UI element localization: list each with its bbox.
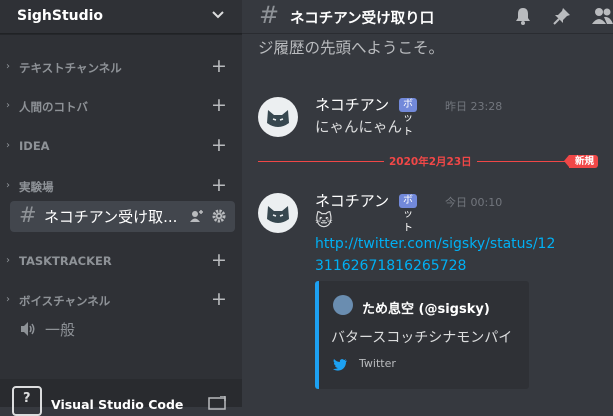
collapse-arrow-icon: › <box>6 61 10 72</box>
pin-icon[interactable] <box>553 7 571 25</box>
message-author[interactable]: ネコチアン <box>315 94 389 115</box>
voice-channel-name: 一般 <box>45 321 76 339</box>
app-icon-glyph: ? <box>23 391 31 406</box>
add-channel-icon[interactable]: + <box>211 290 227 309</box>
category-human-words[interactable]: › 人間のコトバ + <box>6 96 236 115</box>
server-header[interactable]: SighStudio <box>0 0 242 34</box>
member-list-icon[interactable] <box>592 7 613 25</box>
category-label: ボイスチャンネル <box>19 294 111 308</box>
speaker-icon <box>21 322 35 336</box>
text-channel-icon: # <box>19 203 37 227</box>
chevron-down-icon <box>212 11 224 19</box>
activity-bar: ? Visual Studio Code <box>0 379 242 416</box>
message-link[interactable]: http://twitter.com/sigsky/status/1231162… <box>315 233 560 277</box>
channel-name: ネコチアン受け取... <box>44 208 178 226</box>
bot-avatar[interactable] <box>258 97 298 137</box>
message-timestamp: 昨日 23:28 <box>445 100 503 113</box>
invite-user-icon[interactable] <box>190 209 204 223</box>
category-tasktracker[interactable]: › TASKTRACKER + <box>6 251 236 270</box>
cat-emoji: 🐱 <box>315 211 333 231</box>
app-icon: ? <box>12 386 42 416</box>
welcome-message: ジ履歴の先頭へようこそ。 <box>258 39 445 57</box>
collapse-arrow-icon: › <box>6 294 10 305</box>
add-channel-icon[interactable]: + <box>211 251 227 270</box>
text-channel-icon: # <box>259 1 280 29</box>
category-label: IDEA <box>19 139 50 153</box>
bot-avatar[interactable] <box>258 193 298 233</box>
message-content: にゃんにゃん <box>315 120 402 136</box>
add-channel-icon[interactable]: + <box>211 176 227 195</box>
server-name: SighStudio <box>17 8 104 24</box>
category-idea[interactable]: › IDEA + <box>6 136 236 155</box>
bot-badge: ボット <box>399 194 417 234</box>
twitter-bird-icon <box>333 359 347 371</box>
collapse-arrow-icon: › <box>6 255 10 266</box>
collapse-arrow-icon: › <box>6 140 10 151</box>
divider-date: 2020年2月23日 <box>384 154 477 169</box>
link-embed: ため息空 (@sigsky) バタースコッチシナモンパイ Twitter <box>315 281 529 389</box>
category-voice-channels[interactable]: › ボイスチャンネル + <box>6 290 236 309</box>
category-label: 実験場 <box>19 180 54 194</box>
collapse-arrow-icon: › <box>6 180 10 191</box>
bot-badge: ボット <box>399 98 417 138</box>
category-experiment[interactable]: › 実験場 + <box>6 176 236 195</box>
category-text-channels[interactable]: › テキストチャンネル + <box>6 57 236 76</box>
bell-icon[interactable] <box>514 7 532 25</box>
add-channel-icon[interactable]: + <box>211 136 227 155</box>
collapse-arrow-icon: › <box>6 100 10 111</box>
screen-share-icon[interactable] <box>208 396 226 410</box>
embed-description: バタースコッチシナモンパイ <box>331 330 513 346</box>
add-channel-icon[interactable]: + <box>211 96 227 115</box>
embed-author-avatar <box>333 295 353 315</box>
message-author[interactable]: ネコチアン <box>315 190 389 211</box>
category-label: テキストチャンネル <box>19 61 122 75</box>
channel-header: # ネコチアン受け取り口 <box>242 0 613 34</box>
channel-item-active[interactable]: # ネコチアン受け取... <box>10 201 235 232</box>
category-label: 人間のコトバ <box>19 100 88 114</box>
category-label: TASKTRACKER <box>19 254 112 268</box>
gear-icon[interactable] <box>212 209 226 223</box>
embed-author[interactable]: ため息空 (@sigsky) <box>362 298 490 317</box>
new-badge: 新規 <box>563 155 599 168</box>
cat-face-icon <box>267 110 289 127</box>
channel-sidebar: SighStudio › テキストチャンネル + › 人間のコトバ + › ID… <box>0 0 242 416</box>
channel-title: ネコチアン受け取り口 <box>290 11 435 27</box>
message-timestamp: 今日 00:10 <box>445 196 503 209</box>
add-channel-icon[interactable]: + <box>211 57 227 76</box>
cat-face-icon <box>267 206 289 223</box>
embed-footer: Twitter <box>359 357 396 370</box>
activity-app-name: Visual Studio Code <box>51 397 184 412</box>
